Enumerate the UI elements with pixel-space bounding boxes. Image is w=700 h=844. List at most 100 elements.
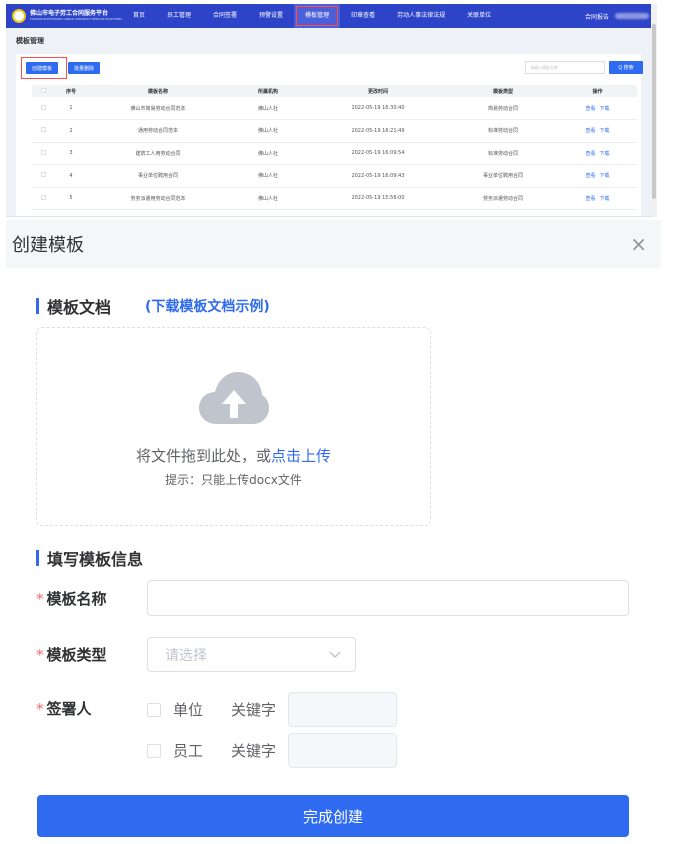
row-select-cell[interactable]: [32, 142, 54, 165]
row-org: 佛山人社: [228, 187, 308, 210]
row-checkbox[interactable]: [40, 104, 46, 110]
select-all-checkbox[interactable]: [40, 87, 46, 93]
table-row: 2 通用劳动合同范本 佛山人社 2022-05-19 16:21:49 标准劳动合同 查看…: [32, 119, 637, 143]
page-scrollbar[interactable]: [651, 4, 657, 217]
row-actions: 查看 下载: [558, 164, 637, 188]
top-navigation-bar: 佛山市电子劳工合同服务平台 FOSHAN ELECTRONIC LABOR CO…: [6, 4, 655, 28]
template-name-input[interactable]: [147, 580, 629, 616]
select-all-cell[interactable]: [32, 85, 54, 97]
view-link[interactable]: 查看: [585, 196, 595, 202]
create-template-dialog: 创建模板 × 模板文档 (下载模板文档示例) 将文件拖到此处，或点击上传 提示：…: [6, 220, 661, 844]
row-checkbox[interactable]: [40, 172, 46, 178]
nav-item-0[interactable]: 首页: [122, 4, 156, 28]
page-title: 模板管理: [16, 37, 44, 45]
row-actions: 查看 下载: [558, 97, 637, 120]
click-upload-link[interactable]: 点击上传: [271, 447, 331, 465]
table-row: 5 劳务派遣用劳动合同范本 佛山人社 2022-05-19 15:56:00 劳务派遣劳…: [32, 187, 637, 210]
upload-drag-text: 将文件拖到此处，或: [135, 447, 271, 465]
nav-item-1[interactable]: 员工管理: [156, 4, 202, 28]
row-name: 建筑工人用劳动合同: [88, 142, 228, 165]
create-template-button[interactable]: 创建模板: [26, 62, 59, 74]
col-header-type: 模板类型: [448, 85, 558, 97]
platform-logo: 佛山市电子劳工合同服务平台 FOSHAN ELECTRONIC LABOR CO…: [12, 9, 122, 23]
nav-item-6[interactable]: 劳动人事法律法规: [386, 4, 456, 28]
row-checkbox[interactable]: [40, 127, 46, 133]
file-upload-dropzone[interactable]: 将文件拖到此处，或点击上传 提示：只能上传docx文件: [36, 327, 431, 526]
nav-item-7[interactable]: 关联单位: [456, 4, 502, 28]
row-select-cell[interactable]: [32, 119, 54, 143]
row-checkbox[interactable]: [40, 194, 46, 200]
row-org: 佛山人社: [228, 164, 308, 188]
batch-delete-button[interactable]: 批量删除: [68, 62, 101, 74]
row-name: 劳务派遣用劳动合同范本: [88, 187, 228, 210]
view-link[interactable]: 查看: [585, 173, 595, 179]
table-row: 1 佛山市简易劳动合同范本 佛山人社 2022-05-19 16:30:40 简易劳动合…: [32, 97, 637, 120]
required-mark: *: [36, 646, 44, 664]
row-actions: 查看 下载: [558, 187, 637, 210]
view-link[interactable]: 查看: [585, 151, 595, 157]
emblem-icon: [12, 9, 26, 23]
row-type: 标准劳动合同: [448, 119, 558, 143]
brand-title: 佛山市电子劳工合同服务平台: [30, 9, 109, 17]
upload-tip: 提示：只能上传docx文件: [165, 473, 302, 487]
row-no: 4: [54, 164, 88, 188]
row-select-cell[interactable]: [32, 187, 54, 210]
search-button[interactable]: Q 搜索: [609, 61, 643, 74]
nav-item-4[interactable]: 模板管理: [294, 4, 341, 28]
employee-keyword-label: 关键字: [231, 742, 277, 760]
col-header-name: 模板名称: [88, 85, 228, 97]
row-no: 5: [54, 187, 88, 210]
unit-checkbox[interactable]: [147, 702, 161, 717]
row-type: 简易劳动合同: [448, 97, 558, 120]
template-table-body: 1 佛山市简易劳动合同范本 佛山人社 2022-05-19 16:30:40 简易劳动合…: [32, 97, 637, 210]
cloud-upload-icon: [199, 372, 269, 424]
chevron-down-icon: [329, 651, 341, 658]
signer-label: * 签署人: [36, 698, 92, 719]
view-link[interactable]: 查看: [585, 128, 595, 134]
employee-keyword-input[interactable]: [288, 733, 398, 768]
finish-create-button[interactable]: 完成创建: [37, 795, 629, 837]
unit-keyword-label: 关键字: [231, 701, 277, 719]
employee-checkbox-label[interactable]: 员工: [173, 740, 219, 761]
signer-unit-row: 单位 关键字: [147, 692, 398, 727]
scrollbar-thumb[interactable]: [652, 24, 656, 199]
template-search-input[interactable]: 请输入模板名称: [525, 61, 605, 74]
download-example-link[interactable]: (下载模板文档示例): [145, 296, 270, 316]
nav-user-label[interactable]: 合同报告: [585, 12, 609, 21]
download-link[interactable]: 下载: [600, 128, 610, 134]
select-placeholder: 请选择: [165, 647, 207, 664]
row-time: 2022-05-19 15:56:00: [308, 187, 448, 210]
row-name: 事业单位聘用合同: [88, 164, 228, 188]
list-toolbar: 创建模板 批量删除 请输入模板名称 Q 搜索: [16, 54, 643, 80]
nav-item-5[interactable]: 印章查看: [340, 4, 386, 28]
row-time: 2022-05-19 16:30:40: [308, 97, 448, 120]
row-no: 3: [54, 142, 88, 165]
row-type: 事业单位聘用合同: [448, 164, 558, 188]
nav-item-3[interactable]: 预警设置: [248, 4, 294, 28]
unit-keyword-input[interactable]: [288, 692, 398, 727]
unit-checkbox-label[interactable]: 单位: [173, 699, 219, 720]
row-select-cell[interactable]: [32, 97, 54, 120]
section-accent-bar: [36, 550, 39, 566]
nav-item-2[interactable]: 合同签署: [202, 4, 248, 28]
close-icon[interactable]: ×: [630, 232, 647, 256]
row-org: 佛山人社: [228, 142, 308, 165]
row-select-cell[interactable]: [32, 164, 54, 188]
template-type-select[interactable]: 请选择: [147, 637, 356, 672]
table-header-row: 序号 模板名称 所属机构 更改时间 模板类型 操作: [32, 85, 637, 97]
row-time: 2022-05-19 16:09:43: [308, 164, 448, 188]
template-type-label-text: 模板类型: [46, 646, 107, 664]
col-header-actions: 操作: [558, 85, 637, 97]
row-name: 通用劳动合同范本: [88, 119, 228, 143]
brand-subtitle: FOSHAN ELECTRONIC LABOR CONTRACT SERVICE…: [30, 17, 122, 22]
download-link[interactable]: 下载: [600, 106, 610, 112]
row-time: 2022-05-19 16:09:54: [308, 142, 448, 165]
employee-checkbox[interactable]: [147, 743, 161, 758]
view-link[interactable]: 查看: [585, 106, 595, 112]
row-org: 佛山人社: [228, 119, 308, 143]
row-checkbox[interactable]: [40, 149, 46, 155]
download-link[interactable]: 下载: [600, 151, 610, 157]
download-link[interactable]: 下载: [600, 173, 610, 179]
download-link[interactable]: 下载: [600, 196, 610, 202]
required-mark: *: [36, 590, 44, 608]
